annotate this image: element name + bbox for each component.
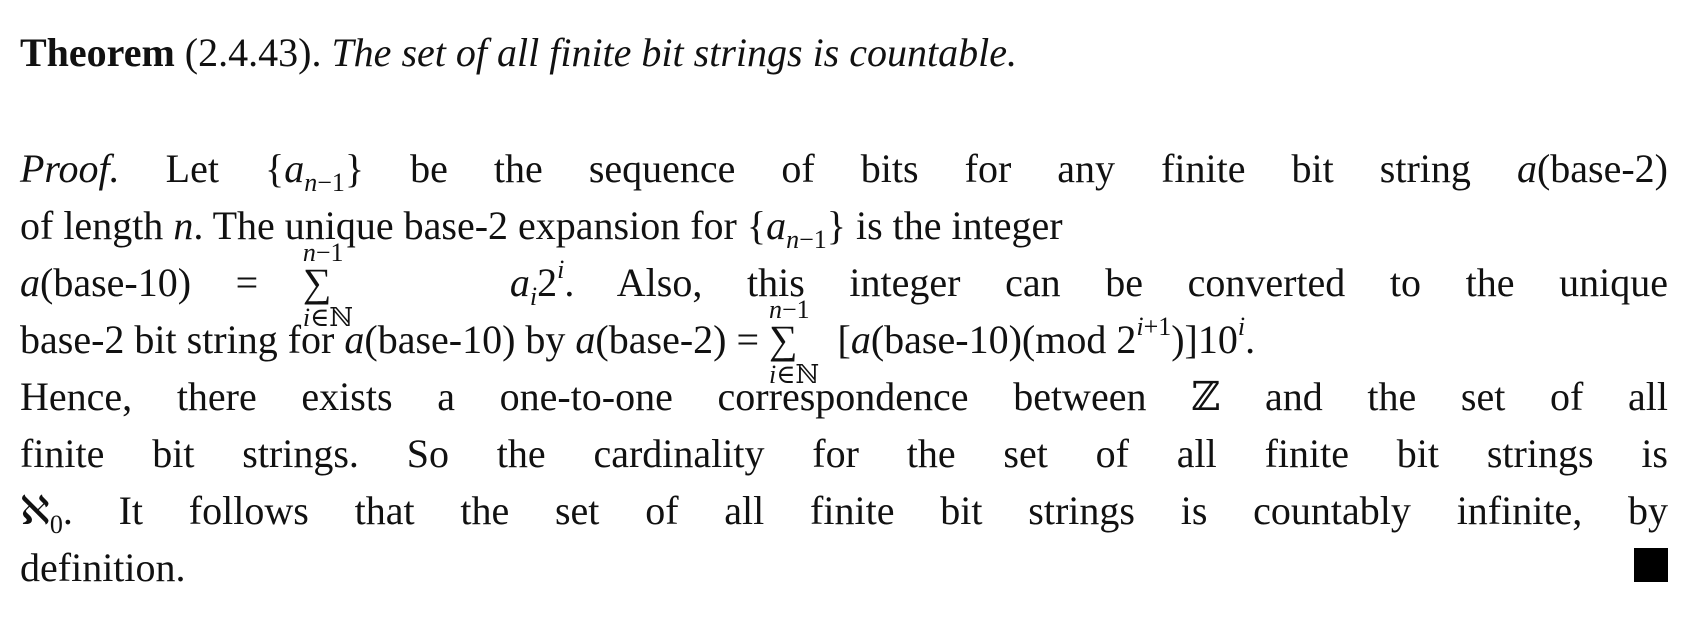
proof-block: Proof. Let {an−1} be the sequence of bit… — [20, 140, 1668, 596]
proof-line-4: base-2 bit string for a(base-10) by a(ba… — [20, 294, 1256, 389]
proof-last-word: definition. — [20, 545, 186, 590]
proof-line-6: finite bit strings. So the cardinality f… — [20, 431, 1668, 476]
theorem-label: Theorem — [20, 30, 175, 75]
qed-tombstone-icon — [1634, 548, 1668, 582]
proof-line-7: ℵ0. It follows that the set of all finit… — [20, 488, 1668, 540]
theorem-number: (2.4.43). — [184, 30, 322, 75]
theorem-text: The set of all finite bit strings is cou… — [331, 30, 1017, 75]
proof-line-5: Hence, there exists a one-to-one corresp… — [20, 374, 1668, 419]
theorem-statement-block: Theorem (2.4.43). The set of all finite … — [20, 28, 1017, 78]
proof-line-3: a(base-10) = ∑ n−1 i∈ℕ ai2i. Also, this in… — [20, 237, 1669, 332]
proof-line-1: Proof. Let {an−1} be the sequence of bit… — [20, 146, 1668, 198]
proof-line-2: of length n. The unique base-2 expansion… — [20, 203, 1063, 255]
proof-label: Proof. — [20, 146, 120, 191]
proof-line-8: definition. — [20, 539, 1668, 596]
